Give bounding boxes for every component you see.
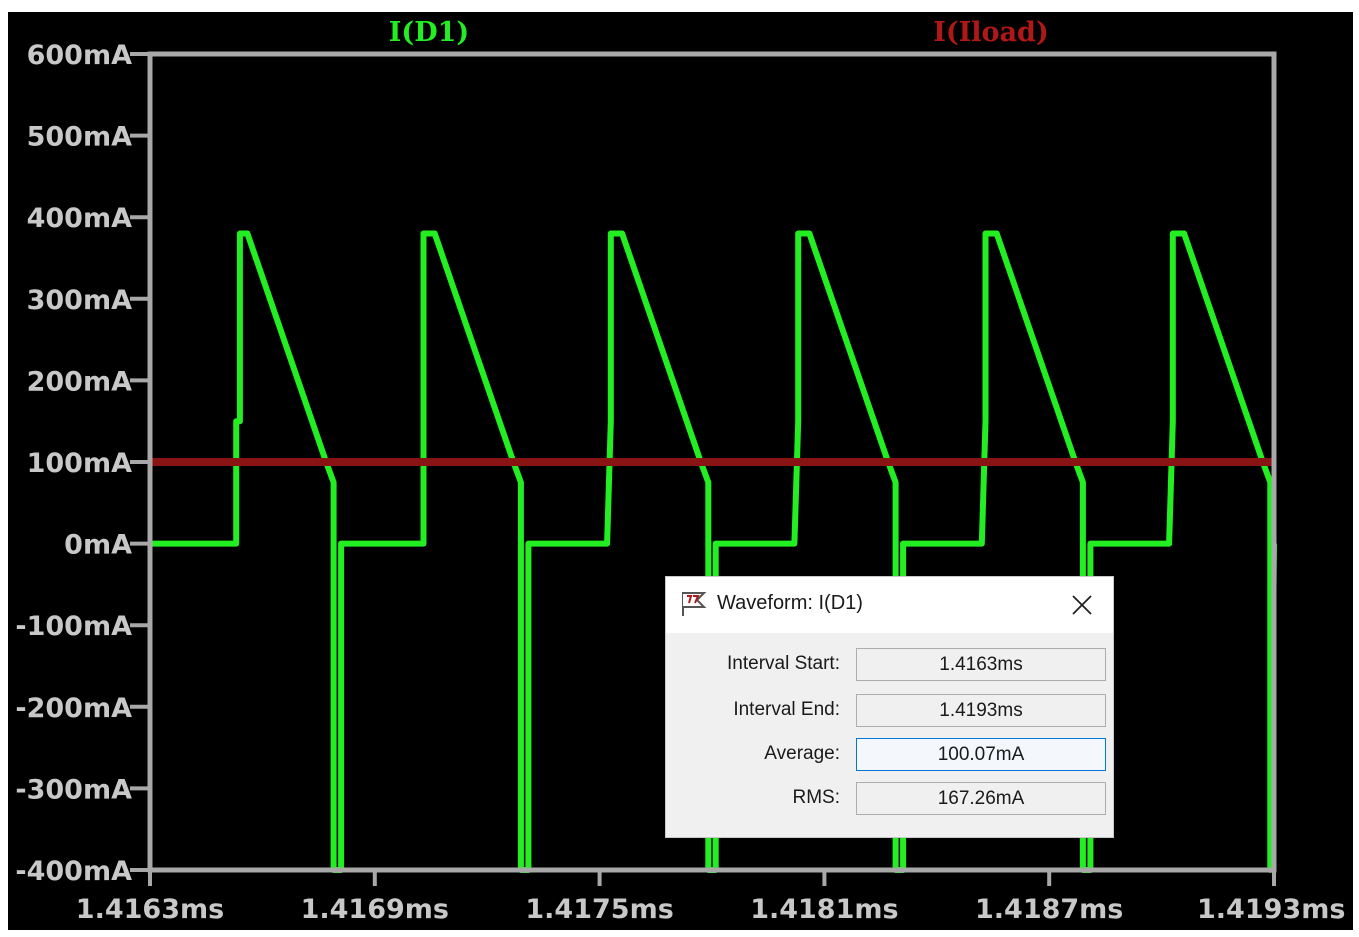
interval-end-label: Interval End:	[733, 699, 840, 720]
y-tick-label: -300mA	[15, 774, 132, 805]
close-icon	[1072, 595, 1092, 615]
legend-entry: I(D1)	[389, 17, 469, 48]
average-label: Average:	[764, 743, 840, 764]
x-tick-label: 1.4175ms	[525, 894, 673, 925]
y-tick-label: 500mA	[27, 122, 132, 153]
dialog-titlebar[interactable]: Waveform: I(D1)	[666, 577, 1113, 633]
y-tick-label: 200mA	[27, 366, 132, 397]
interval-start-label: Interval Start:	[727, 653, 840, 674]
interval-start-field[interactable]: 1.4163ms	[856, 648, 1106, 681]
y-tick-label: 300mA	[27, 285, 132, 316]
waveform-measurement-dialog[interactable]: Waveform: I(D1) Interval Start: 1.4163ms…	[666, 577, 1113, 837]
close-button[interactable]	[1066, 589, 1098, 621]
rms-field[interactable]: 167.26mA	[856, 782, 1106, 815]
y-tick-label: 100mA	[27, 448, 132, 479]
y-tick-label: -400mA	[15, 856, 132, 887]
dialog-title: Waveform: I(D1)	[717, 592, 863, 614]
y-tick-label: 0mA	[64, 530, 132, 561]
average-field[interactable]: 100.07mA	[856, 738, 1106, 771]
y-tick-label: -100mA	[15, 611, 132, 642]
x-tick-label: 1.4169ms	[301, 894, 449, 925]
ltspice-app-icon	[682, 592, 707, 616]
y-tick-label: 400mA	[27, 203, 132, 234]
x-tick-label: 1.4181ms	[750, 894, 898, 925]
interval-end-field[interactable]: 1.4193ms	[856, 694, 1106, 727]
x-tick-label: 1.4187ms	[975, 894, 1123, 925]
y-tick-label: 600mA	[27, 40, 132, 71]
y-tick-label: -200mA	[15, 693, 132, 724]
x-tick-label: 1.4193ms	[1197, 894, 1345, 925]
legend-entry: I(Iload)	[933, 17, 1048, 48]
x-tick-label: 1.4163ms	[76, 894, 224, 925]
rms-label: RMS:	[792, 787, 841, 808]
